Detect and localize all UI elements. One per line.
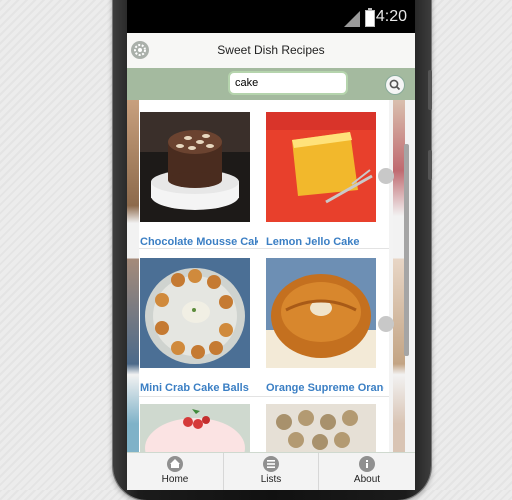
search-bar bbox=[127, 68, 415, 100]
recipe-image bbox=[140, 404, 250, 452]
row-divider bbox=[139, 396, 389, 397]
next-arrow-button[interactable] bbox=[378, 168, 394, 184]
search-input[interactable] bbox=[228, 71, 348, 95]
recipe-title[interactable]: Lemon Jello Cake bbox=[266, 236, 384, 248]
page-title: Sweet Dish Recipes bbox=[217, 43, 325, 57]
recipe-image bbox=[266, 404, 376, 452]
recipe-carousel: Chocolate Mousse Cake Lemon Jello Cake M… bbox=[127, 100, 415, 452]
search-icon bbox=[389, 79, 401, 91]
tab-label: Home bbox=[161, 474, 189, 485]
tab-label: About bbox=[353, 474, 381, 485]
bottom-tab-bar: Home Lists About bbox=[127, 452, 415, 490]
recipe-image bbox=[140, 112, 250, 222]
app-screen: 4:20 Sweet Dish Recipes cake Chocolate M… bbox=[127, 0, 415, 490]
recipe-card[interactable] bbox=[140, 404, 260, 452]
scrollbar[interactable] bbox=[404, 144, 409, 356]
info-icon bbox=[359, 456, 375, 472]
recipe-grid: Chocolate Mousse Cake Lemon Jello Cake M… bbox=[139, 100, 389, 452]
recipe-card[interactable]: Mini Crab Cake Balls bbox=[140, 258, 260, 398]
recipe-card[interactable]: Lemon Jello Cake bbox=[266, 112, 386, 252]
status-time: 4:20 bbox=[375, 8, 407, 25]
battery-icon bbox=[365, 8, 375, 27]
home-icon bbox=[167, 456, 183, 472]
search-button[interactable] bbox=[385, 75, 405, 95]
recipe-card[interactable]: Orange Supreme Orange Bundt Cake bbox=[266, 258, 386, 398]
volume-button bbox=[428, 70, 432, 110]
recipe-title[interactable]: Orange Supreme Orange Bundt Cake bbox=[266, 382, 384, 394]
recipe-title[interactable]: Mini Crab Cake Balls bbox=[140, 382, 258, 394]
previous-page-peek bbox=[127, 100, 139, 452]
recipe-card[interactable]: Chocolate Mousse Cake bbox=[140, 112, 260, 252]
signal-icon bbox=[344, 11, 360, 27]
tab-lists[interactable]: Lists bbox=[224, 453, 318, 490]
status-bar: 4:20 bbox=[127, 0, 415, 33]
tab-home[interactable]: Home bbox=[127, 453, 223, 490]
list-icon bbox=[263, 456, 279, 472]
tab-about[interactable]: About bbox=[319, 453, 415, 490]
tab-label: Lists bbox=[260, 474, 282, 485]
recipe-card[interactable] bbox=[266, 404, 386, 452]
app-header: Sweet Dish Recipes bbox=[127, 33, 415, 69]
recipe-image bbox=[266, 258, 376, 368]
power-button bbox=[428, 150, 432, 180]
recipe-image bbox=[266, 112, 376, 222]
recipe-image bbox=[140, 258, 250, 368]
recipe-title[interactable]: Chocolate Mousse Cake bbox=[140, 236, 258, 248]
row-divider bbox=[139, 248, 389, 249]
next-arrow-button[interactable] bbox=[378, 316, 394, 332]
